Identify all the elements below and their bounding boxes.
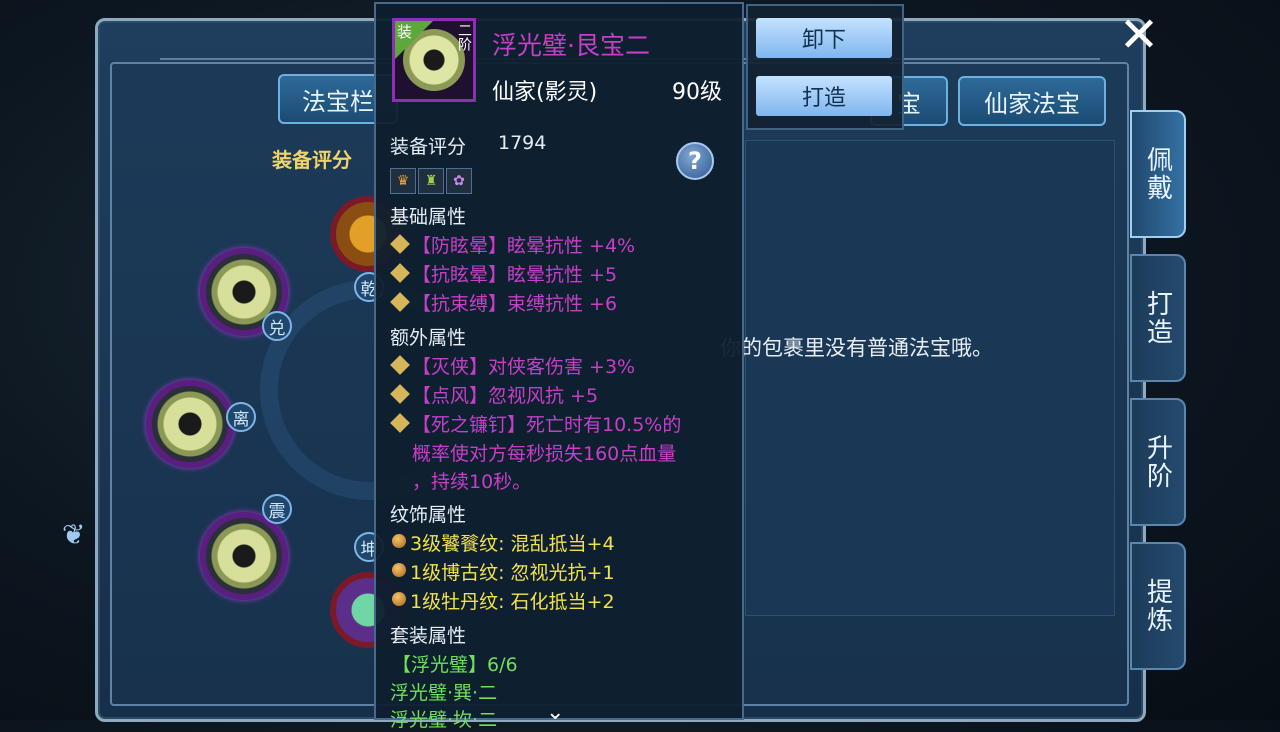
set-attr-line: 浮光璧·坎·二 [390, 709, 498, 731]
unequip-button[interactable]: 卸下 [756, 18, 892, 58]
trigram-li-icon: 离 [226, 402, 256, 432]
tier-badge: 二阶 [456, 23, 472, 51]
fabao-slot-li[interactable] [146, 380, 234, 468]
side-tab-wear[interactable]: 佩戴 [1130, 110, 1186, 238]
butterfly-decoration-icon: ❦ [62, 518, 86, 551]
pattern-attr-title: 纹饰属性 [390, 504, 467, 526]
set-attr-title: 套装属性 [390, 625, 467, 647]
base-attr-line: 【抗眩晕】眩晕抗性 +5 [412, 264, 618, 286]
close-icon[interactable]: ✕ [1116, 11, 1162, 59]
side-tab-upgrade[interactable]: 升阶 [1130, 398, 1186, 526]
bullet-icon [392, 592, 406, 606]
extra-attr-line: ，持续10秒。 [412, 471, 532, 493]
forge-button[interactable]: 打造 [756, 76, 892, 116]
side-tab-forge[interactable]: 打造 [1130, 254, 1186, 382]
pattern-attr-line: 3级饕餮纹: 混乱抵当+4 [410, 533, 615, 555]
fabao-slot-zhen[interactable] [200, 512, 288, 600]
item-score-label: 装备评分 [390, 136, 467, 158]
inventory-panel [745, 140, 1115, 616]
trigram-dui-icon: 兑 [262, 311, 292, 341]
chevron-down-icon[interactable]: ⌄ [546, 700, 564, 725]
side-tab-refine[interactable]: 提炼 [1130, 542, 1186, 670]
pattern-attr-line: 1级博古纹: 忽视光抗+1 [410, 562, 615, 584]
gem-crown-icon: ♛ [390, 168, 416, 194]
equipped-badge-text: 装 [397, 23, 413, 41]
set-attr-line: 浮光璧·巽·二 [390, 682, 498, 704]
base-attr-line: 【防眩晕】眩晕抗性 +4% [412, 235, 636, 257]
extra-attr-line: 【灭侠】对侠客伤害 +3% [412, 356, 636, 378]
trigram-zhen-icon: 震 [262, 494, 292, 524]
item-score-value: 1794 [498, 132, 547, 154]
tab-immortal-fabao[interactable]: 仙家法宝 [958, 76, 1106, 126]
item-sect: 仙家(影灵) [492, 80, 598, 105]
equipped-badge: 装 [395, 21, 433, 59]
equip-score-label: 装备评分 [272, 148, 352, 172]
item-name: 浮光璧·艮宝二 [492, 31, 650, 60]
extra-attr-line: 【点风】忽视风抗 +5 [412, 385, 599, 407]
extra-attr-title: 额外属性 [390, 327, 467, 349]
base-attr-line: 【抗束缚】束缚抗性 +6 [412, 293, 618, 315]
gem-purple-icon: ✿ [446, 168, 472, 194]
item-icon: 装 二阶 [392, 18, 476, 102]
set-attr-line: 【浮光璧】6/6 [392, 654, 518, 676]
empty-inventory-message: 你的包裹里没有普通法宝哦。 [720, 336, 993, 360]
base-attr-title: 基础属性 [390, 206, 467, 228]
extra-attr-line: 【死之镰钉】死亡时有10.5%的 [412, 414, 682, 436]
gem-jade-icon: ♜ [418, 168, 444, 194]
bullet-icon [392, 563, 406, 577]
bullet-icon [392, 534, 406, 548]
extra-attr-line: 概率使对方每秒损失160点血量 [412, 443, 677, 465]
help-icon[interactable]: ? [676, 142, 714, 180]
pattern-attr-line: 1级牡丹纹: 石化抵当+2 [410, 591, 615, 613]
item-level: 90级 [672, 80, 722, 105]
